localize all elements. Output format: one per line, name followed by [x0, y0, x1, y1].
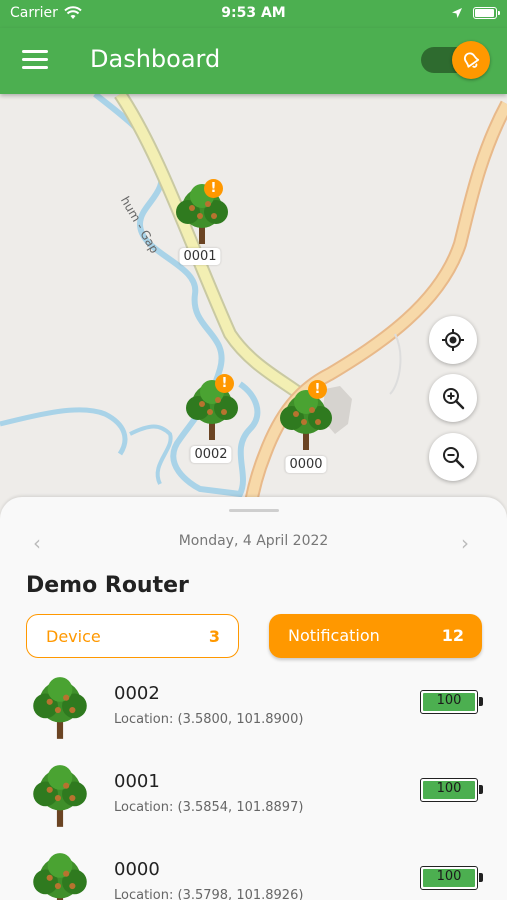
marker-label: 0000	[285, 456, 327, 473]
zoom-out-button[interactable]	[429, 433, 477, 481]
tree-icon	[33, 765, 87, 827]
zoom-in-button[interactable]	[429, 374, 477, 422]
clock: 9:53 AM	[221, 5, 286, 21]
my-location-button[interactable]	[429, 316, 477, 364]
battery-level: 100	[436, 781, 462, 796]
device-location: Location: (3.5854, 101.8897)	[114, 800, 304, 815]
battery-indicator: 100	[420, 866, 483, 890]
alert-badge: !	[204, 179, 223, 198]
alert-badge: !	[308, 380, 327, 399]
menu-icon[interactable]	[22, 50, 48, 72]
map-view[interactable]: hum - Gap ! 0001 ! 0002 ! 0000	[0, 94, 507, 524]
zoom-in-icon	[443, 388, 465, 410]
tab-device-label: Device	[46, 627, 101, 646]
tab-notification-count: 12	[441, 626, 464, 645]
sheet-handle[interactable]	[229, 509, 279, 512]
my-location-icon	[442, 329, 464, 351]
device-location: Location: (3.5798, 101.8926)	[114, 888, 304, 900]
tree-icon	[176, 184, 228, 244]
tab-notification-label: Notification	[288, 626, 380, 645]
alert-toggle-knob[interactable]	[452, 41, 490, 79]
status-bar: Carrier 9:53 AM	[0, 0, 507, 28]
next-date-button[interactable]: ›	[461, 531, 469, 555]
tab-device[interactable]: Device 3	[26, 614, 239, 658]
tab-notification[interactable]: Notification 12	[269, 614, 482, 658]
zoom-out-icon	[443, 447, 465, 469]
marker-label: 0001	[179, 248, 221, 265]
device-row[interactable]: 0002 Location: (3.5800, 101.8900) 100	[0, 675, 507, 763]
device-id: 0002	[114, 683, 160, 704]
device-row[interactable]: 0001 Location: (3.5854, 101.8897) 100	[0, 763, 507, 851]
device-location: Location: (3.5800, 101.8900)	[114, 712, 304, 727]
battery-level: 100	[436, 693, 462, 708]
tree-icon	[186, 380, 238, 440]
tree-icon	[33, 853, 87, 900]
tab-device-count: 3	[208, 627, 220, 646]
tree-icon	[280, 390, 332, 450]
device-row[interactable]: 0000 Location: (3.5798, 101.8926) 100	[0, 851, 507, 900]
alert-badge: !	[215, 374, 234, 393]
marker-label: 0002	[190, 446, 232, 463]
battery-indicator: 100	[420, 690, 483, 714]
bottom-sheet[interactable]: ‹ Monday, 4 April 2022 › Demo Router Dev…	[0, 497, 507, 900]
battery-level: 100	[436, 869, 462, 884]
tree-icon	[33, 677, 87, 739]
bell-icon	[463, 52, 480, 68]
battery-icon	[473, 7, 500, 19]
router-name: Demo Router	[26, 573, 189, 598]
device-id: 0000	[114, 859, 160, 880]
app-bar: Dashboard	[0, 28, 507, 94]
date-label: Monday, 4 April 2022	[178, 533, 329, 549]
device-id: 0001	[114, 771, 160, 792]
location-arrow-icon	[452, 8, 462, 18]
battery-indicator: 100	[420, 778, 483, 802]
page-title: Dashboard	[90, 45, 221, 73]
